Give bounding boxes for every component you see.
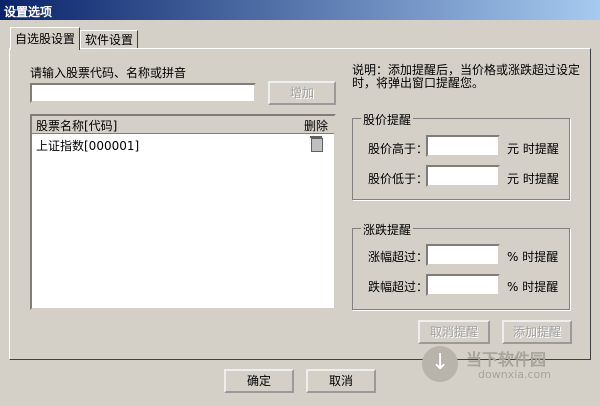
price-alert-group: 股价提醒 xyxy=(352,111,570,200)
price-below-label: 股价低于： xyxy=(368,172,429,186)
watermark-logo: ↓ 当下软件园 downxia.com xyxy=(422,344,582,388)
add-stock-button[interactable]: 增加 xyxy=(268,81,336,105)
price-above-input[interactable] xyxy=(426,135,500,157)
price-above-label: 股价高于： xyxy=(368,142,429,156)
rise-unit: % 时提醒 xyxy=(507,250,559,264)
fall-input[interactable] xyxy=(426,274,500,296)
tab-label: 自选股设置 xyxy=(15,32,76,46)
stock-list: 股票名称[代码] 删除 上证指数[000001] xyxy=(30,114,336,310)
tab-watchlist-settings[interactable]: 自选股设置 xyxy=(10,27,81,50)
add-alert-button[interactable]: 添加提醒 xyxy=(502,320,572,344)
title-bar: 设置选项 xyxy=(0,0,600,20)
change-alert-group: 涨跌提醒 xyxy=(352,221,570,310)
price-above-unit: 元 时提醒 xyxy=(507,142,559,156)
stock-name-cell: 上证指数[000001] xyxy=(36,139,140,153)
cancel-button[interactable]: 取消 xyxy=(306,369,376,393)
price-below-input[interactable] xyxy=(426,165,500,187)
fall-label: 跌幅超过： xyxy=(368,280,429,294)
list-header: 股票名称[代码] 删除 xyxy=(32,116,334,134)
tab-label: 软件设置 xyxy=(85,33,134,47)
window-title: 设置选项 xyxy=(4,5,53,19)
price-below-unit: 元 时提醒 xyxy=(507,172,559,186)
column-header-name[interactable]: 股票名称[代码] xyxy=(36,117,117,134)
watermark-url: downxia.com xyxy=(478,368,551,381)
tab-software-settings[interactable]: 软件设置 xyxy=(80,30,139,49)
rise-input[interactable] xyxy=(426,244,500,266)
price-alert-title: 股价提醒 xyxy=(361,111,414,128)
column-header-delete[interactable]: 删除 xyxy=(304,117,328,134)
download-icon: ↓ xyxy=(422,346,458,382)
rise-label: 涨幅超过： xyxy=(368,250,429,264)
stock-input-prompt: 请输入股票代码、名称或拼音 xyxy=(30,66,187,80)
stock-search-input[interactable] xyxy=(30,83,256,103)
description-text: 说明：添加提醒后，当价格或涨跌超过设定时，将弹出窗口提醒您。 xyxy=(352,63,581,90)
change-alert-title: 涨跌提醒 xyxy=(361,221,414,238)
ok-button[interactable]: 确定 xyxy=(224,369,294,393)
cancel-alert-button[interactable]: 取消提醒 xyxy=(418,320,490,344)
watermark-title: 当下软件园 xyxy=(466,350,547,369)
fall-unit: % 时提醒 xyxy=(507,280,559,294)
trash-icon[interactable] xyxy=(310,136,323,152)
